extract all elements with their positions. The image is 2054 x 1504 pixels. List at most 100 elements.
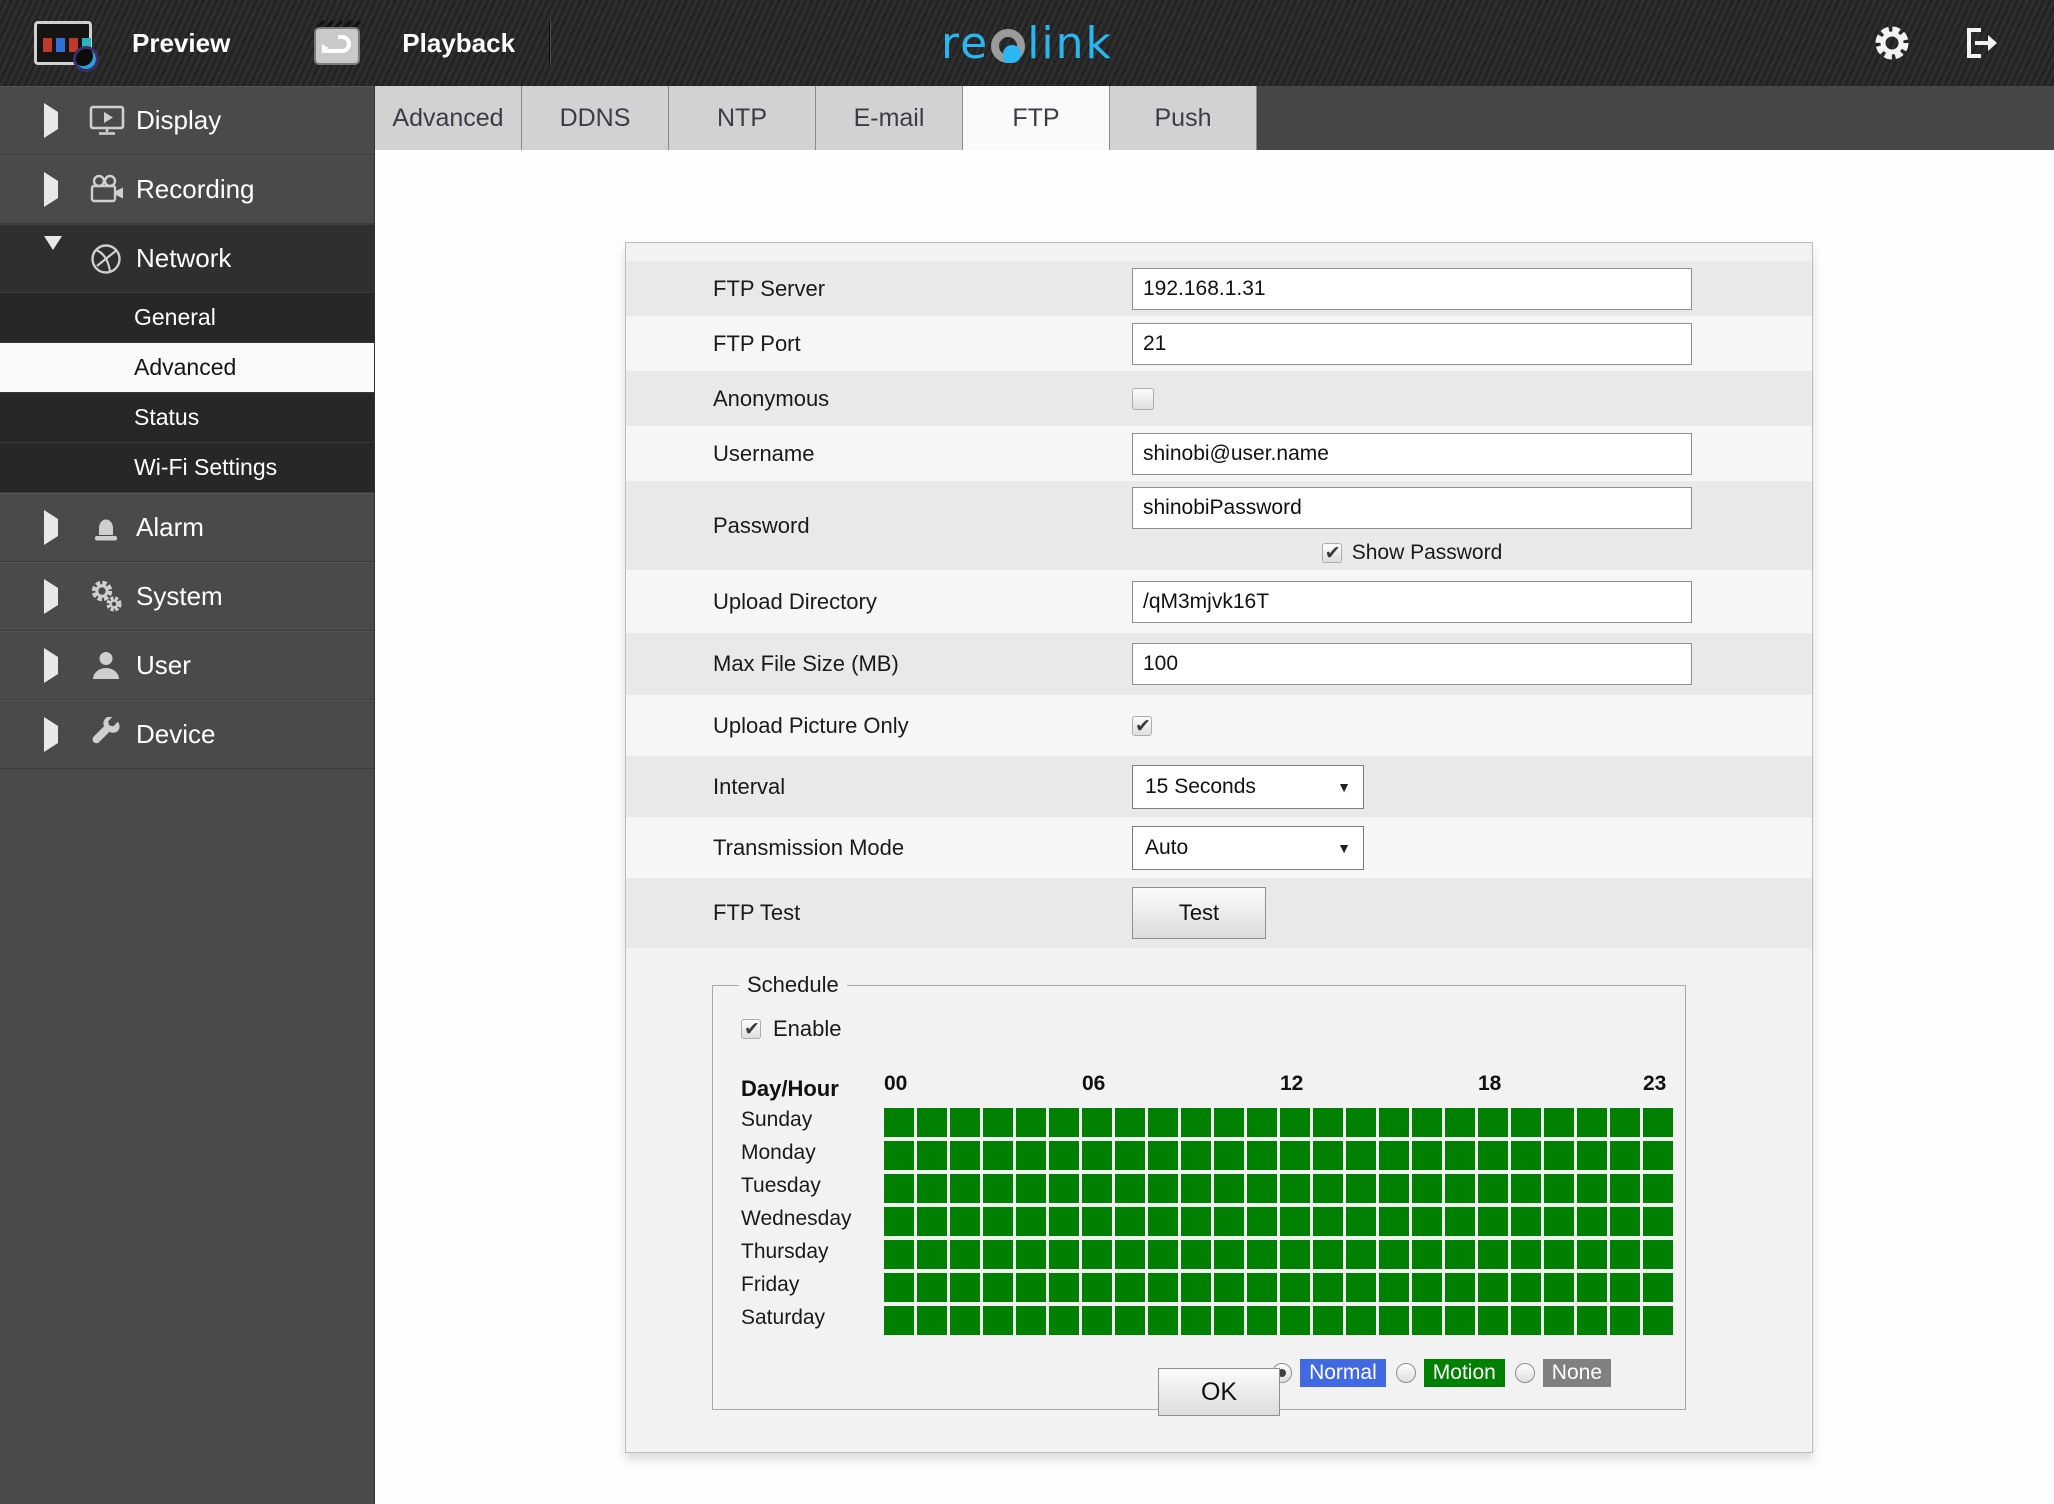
schedule-cell[interactable]: [1214, 1174, 1244, 1203]
sidebar-item-network[interactable]: Network: [0, 224, 374, 293]
schedule-cell[interactable]: [1577, 1141, 1607, 1170]
schedule-cell[interactable]: [1247, 1273, 1277, 1302]
schedule-cell[interactable]: [1313, 1240, 1343, 1269]
schedule-cell[interactable]: [1577, 1207, 1607, 1236]
schedule-cell[interactable]: [1181, 1273, 1211, 1302]
schedule-cell[interactable]: [1544, 1108, 1574, 1137]
schedule-cell[interactable]: [1016, 1174, 1046, 1203]
sidebar-item-user[interactable]: User: [0, 631, 374, 700]
schedule-cell[interactable]: [1313, 1273, 1343, 1302]
schedule-cell[interactable]: [1280, 1141, 1310, 1170]
schedule-cell[interactable]: [1082, 1141, 1112, 1170]
schedule-cell[interactable]: [1610, 1141, 1640, 1170]
schedule-cell[interactable]: [1379, 1108, 1409, 1137]
tab-push[interactable]: Push: [1110, 86, 1257, 150]
schedule-cell[interactable]: [1445, 1108, 1475, 1137]
schedule-cell[interactable]: [983, 1240, 1013, 1269]
schedule-cell[interactable]: [1016, 1306, 1046, 1335]
day-label-sunday[interactable]: Sunday: [741, 1108, 884, 1141]
schedule-cell[interactable]: [1379, 1207, 1409, 1236]
schedule-cell[interactable]: [1082, 1108, 1112, 1137]
schedule-cell[interactable]: [983, 1108, 1013, 1137]
schedule-cell[interactable]: [917, 1108, 947, 1137]
schedule-cell[interactable]: [884, 1207, 914, 1236]
schedule-cell[interactable]: [1544, 1207, 1574, 1236]
schedule-cell[interactable]: [1214, 1306, 1244, 1335]
schedule-cell[interactable]: [1544, 1273, 1574, 1302]
schedule-cell[interactable]: [1148, 1174, 1178, 1203]
motion-radio[interactable]: [1395, 1363, 1416, 1383]
schedule-cell[interactable]: [1511, 1141, 1541, 1170]
schedule-cell[interactable]: [1379, 1174, 1409, 1203]
schedule-cell[interactable]: [1181, 1108, 1211, 1137]
schedule-cell[interactable]: [917, 1141, 947, 1170]
schedule-cell[interactable]: [1280, 1240, 1310, 1269]
schedule-cell[interactable]: [1445, 1141, 1475, 1170]
schedule-cell[interactable]: [1412, 1207, 1442, 1236]
sidebar-item-system[interactable]: System: [0, 562, 374, 631]
schedule-cell[interactable]: [884, 1108, 914, 1137]
schedule-cell[interactable]: [1379, 1273, 1409, 1302]
schedule-cell[interactable]: [1313, 1141, 1343, 1170]
logout-icon[interactable]: [1960, 23, 2000, 63]
schedule-cell[interactable]: [1346, 1273, 1376, 1302]
schedule-cell[interactable]: [1016, 1141, 1046, 1170]
schedule-cell[interactable]: [1445, 1306, 1475, 1335]
schedule-cell[interactable]: [1610, 1306, 1640, 1335]
schedule-cell[interactable]: [1115, 1108, 1145, 1137]
schedule-cell[interactable]: [1313, 1306, 1343, 1335]
schedule-cell[interactable]: [1049, 1240, 1079, 1269]
schedule-cell[interactable]: [950, 1306, 980, 1335]
schedule-cell[interactable]: [1544, 1240, 1574, 1269]
schedule-cell[interactable]: [1247, 1240, 1277, 1269]
schedule-cell[interactable]: [1016, 1207, 1046, 1236]
schedule-cell[interactable]: [1412, 1141, 1442, 1170]
schedule-cell[interactable]: [1247, 1108, 1277, 1137]
schedule-cell[interactable]: [1511, 1240, 1541, 1269]
sidebar-item-alarm[interactable]: Alarm: [0, 493, 374, 562]
schedule-cell[interactable]: [1082, 1207, 1112, 1236]
schedule-enable-checkbox[interactable]: [741, 1018, 761, 1041]
schedule-cell[interactable]: [1148, 1108, 1178, 1137]
schedule-cell[interactable]: [983, 1273, 1013, 1302]
schedule-cell[interactable]: [1049, 1174, 1079, 1203]
schedule-cell[interactable]: [1478, 1273, 1508, 1302]
schedule-cell[interactable]: [1478, 1108, 1508, 1137]
ftp-port-input[interactable]: [1132, 322, 1692, 365]
schedule-cell[interactable]: [1643, 1240, 1673, 1269]
schedule-cell[interactable]: [1148, 1273, 1178, 1302]
schedule-cell[interactable]: [983, 1141, 1013, 1170]
schedule-cell[interactable]: [1082, 1306, 1112, 1335]
schedule-cell[interactable]: [983, 1174, 1013, 1203]
schedule-cell[interactable]: [1082, 1273, 1112, 1302]
schedule-cell[interactable]: [917, 1174, 947, 1203]
schedule-cell[interactable]: [1082, 1240, 1112, 1269]
normal-chip-label[interactable]: Normal: [1300, 1359, 1386, 1387]
schedule-cell[interactable]: [917, 1240, 947, 1269]
none-chip-label[interactable]: None: [1542, 1359, 1611, 1387]
schedule-cell[interactable]: [1214, 1273, 1244, 1302]
schedule-cell[interactable]: [1511, 1207, 1541, 1236]
schedule-cell[interactable]: [1280, 1273, 1310, 1302]
tab-ftp[interactable]: FTP: [963, 86, 1110, 150]
schedule-cell[interactable]: [1379, 1141, 1409, 1170]
schedule-cell[interactable]: [1280, 1207, 1310, 1236]
schedule-cell[interactable]: [950, 1174, 980, 1203]
schedule-cell[interactable]: [1610, 1273, 1640, 1302]
schedule-cell[interactable]: [1412, 1108, 1442, 1137]
schedule-cell[interactable]: [1049, 1141, 1079, 1170]
schedule-cell[interactable]: [1445, 1207, 1475, 1236]
sidebar-subitem-wifi-settings[interactable]: Wi-Fi Settings: [0, 443, 374, 493]
tab-ntp[interactable]: NTP: [669, 86, 816, 150]
tab-advanced[interactable]: Advanced: [375, 86, 522, 150]
tab-ddns[interactable]: DDNS: [522, 86, 669, 150]
schedule-cell[interactable]: [1214, 1207, 1244, 1236]
schedule-cell[interactable]: [1511, 1273, 1541, 1302]
schedule-cell[interactable]: [1544, 1306, 1574, 1335]
schedule-cell[interactable]: [1148, 1306, 1178, 1335]
schedule-cell[interactable]: [1247, 1174, 1277, 1203]
upload-picture-only-checkbox[interactable]: [1132, 715, 1152, 738]
schedule-cell[interactable]: [1610, 1174, 1640, 1203]
schedule-cell[interactable]: [1577, 1108, 1607, 1137]
schedule-cell[interactable]: [1148, 1141, 1178, 1170]
